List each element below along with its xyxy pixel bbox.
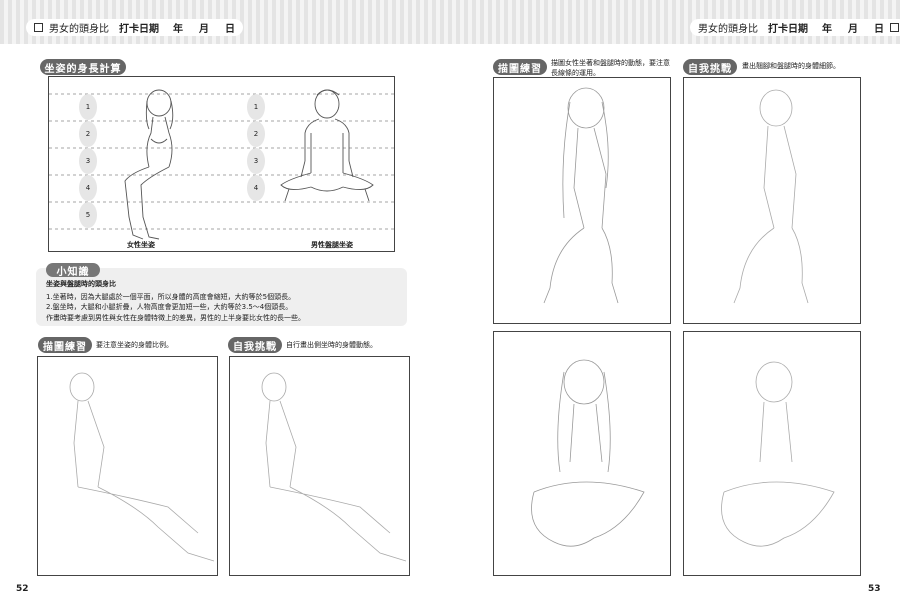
challenge-desc: 自行畫出側坐時的身體動態。 <box>286 341 377 349</box>
ruler-number: 1 <box>253 103 259 111</box>
ruler-number: 4 <box>85 184 91 192</box>
practice-tracing-panel-bottom[interactable] <box>493 331 671 576</box>
page-number-right: 53 <box>868 584 881 594</box>
header-title: 男女的頭身比 <box>698 24 758 35</box>
proportion-lines <box>49 89 394 240</box>
ruler-number: 2 <box>85 130 91 138</box>
header-title: 男女的頭身比 <box>49 24 109 35</box>
header-tag-left: 男女的頭身比 打卡日期 年 月 日 <box>26 19 243 36</box>
ruler-number: 4 <box>253 184 259 192</box>
ruler-number: 2 <box>253 130 259 138</box>
year-label: 年 <box>822 24 832 35</box>
ruler-number: 1 <box>85 103 91 111</box>
checkin-label: 打卡日期 <box>119 24 159 35</box>
header-tag-right: 男女的頭身比 打卡日期 年 月 日 <box>690 19 900 36</box>
ruler-number: 3 <box>85 157 91 165</box>
tip-badge: 小知識 <box>46 263 100 278</box>
practice-desc-line1: 描圖女性坐著和盤腿時的動態，要注意 <box>551 59 670 67</box>
ruler-number: 5 <box>85 211 91 219</box>
tip-line2: 2.盤坐時，大腿和小腿折疊，人物高度會更加短一些，大約等於3.5～4個頭長。 <box>46 303 293 311</box>
challenge-badge: 自我挑戰 <box>683 59 737 75</box>
challenge-panel-top[interactable] <box>683 77 861 324</box>
practice-badge: 描圖練習 <box>493 59 547 75</box>
tip-heading: 坐姿與盤腿時的頭身比 <box>46 280 116 288</box>
caption-female: 女性坐姿 <box>127 241 155 249</box>
tip-line3: 作畫時要考慮到男性與女性在身體特徵上的差異，男性的上半身要比女性的長一些。 <box>46 314 305 322</box>
practice-desc: 要注意坐姿的身體比例。 <box>96 341 173 349</box>
month-label: 月 <box>199 24 209 35</box>
challenge-panel-left[interactable] <box>229 356 410 576</box>
tip-line1: 1.坐著時，因為大腿處於一個平面，所以身體的高度會縮短，大約等於5個頭長。 <box>46 293 296 301</box>
proportion-chart: 1 2 3 4 5 1 2 3 4 女性坐姿 男性盤腿坐姿 <box>48 76 395 252</box>
challenge-badge: 自我挑戰 <box>228 337 282 353</box>
female-sitting-figure <box>124 89 174 240</box>
male-crosslegged-figure <box>280 89 374 202</box>
checkin-label: 打卡日期 <box>768 24 808 35</box>
ruler-number: 3 <box>253 157 259 165</box>
practice-tracing-panel-top[interactable] <box>493 77 671 324</box>
page-number-left: 52 <box>16 584 29 594</box>
caption-male: 男性盤腿坐姿 <box>311 241 353 249</box>
challenge-panel-bottom[interactable] <box>683 331 861 576</box>
checkbox-icon[interactable] <box>34 23 43 32</box>
practice-badge: 描圖練習 <box>38 337 92 353</box>
tip-box: 小知識 坐姿與盤腿時的頭身比 1.坐著時，因為大腿處於一個平面，所以身體的高度會… <box>36 263 407 326</box>
practice-tracing-panel-left[interactable] <box>37 356 218 576</box>
section-title-badge: 坐姿的身長計算 <box>40 59 126 75</box>
month-label: 月 <box>848 24 858 35</box>
day-label: 日 <box>874 24 884 35</box>
checkbox-icon[interactable] <box>890 23 899 32</box>
day-label: 日 <box>225 24 235 35</box>
year-label: 年 <box>173 24 183 35</box>
challenge-desc: 畫出翹腳和盤腿時的身體細節。 <box>742 62 840 70</box>
